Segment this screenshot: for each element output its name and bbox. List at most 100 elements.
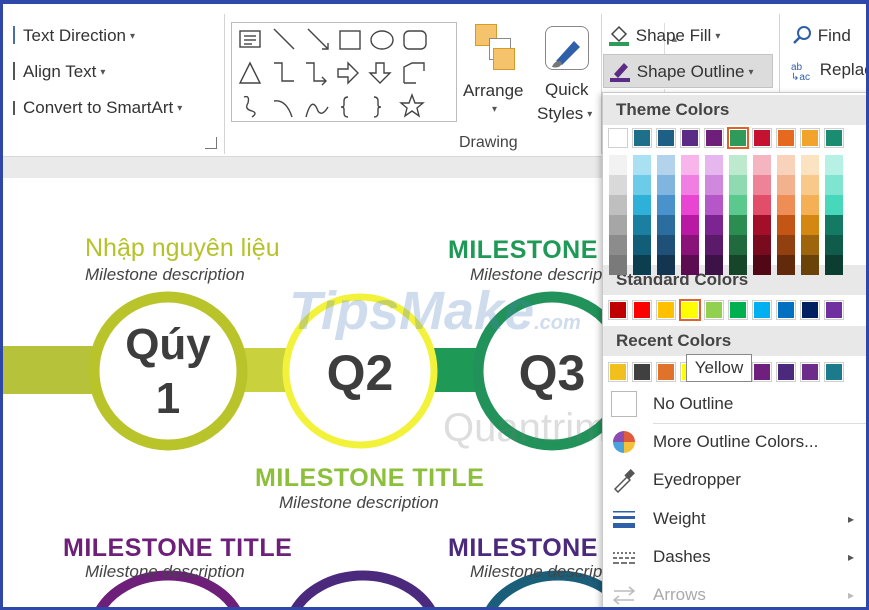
theme-shade-swatch[interactable] <box>753 155 771 175</box>
standard-color-swatch[interactable] <box>776 300 796 320</box>
theme-shade-swatch[interactable] <box>777 235 795 255</box>
theme-shade-swatch[interactable] <box>801 215 819 235</box>
theme-color-swatch[interactable] <box>752 128 772 148</box>
theme-color-swatch[interactable] <box>704 128 724 148</box>
theme-shade-swatch[interactable] <box>825 175 843 195</box>
shape-outline-button[interactable]: Shape Outline ▾ <box>603 54 773 88</box>
theme-color-swatch[interactable] <box>727 127 749 149</box>
theme-shade-swatch[interactable] <box>753 255 771 275</box>
theme-shade-swatch[interactable] <box>681 215 699 235</box>
theme-shade-swatch[interactable] <box>825 235 843 255</box>
theme-shade-swatch[interactable] <box>777 255 795 275</box>
theme-color-swatch[interactable] <box>824 128 844 148</box>
theme-shade-swatch[interactable] <box>801 175 819 195</box>
theme-color-swatch[interactable] <box>608 128 628 148</box>
recent-color-swatch[interactable] <box>752 362 772 382</box>
theme-shade-swatch[interactable] <box>825 155 843 175</box>
theme-shade-swatch[interactable] <box>681 175 699 195</box>
theme-shade-swatch[interactable] <box>729 195 747 215</box>
quick-styles-icon[interactable] <box>545 26 589 70</box>
theme-color-swatch[interactable] <box>680 128 700 148</box>
theme-shade-swatch[interactable] <box>753 215 771 235</box>
theme-shade-swatch[interactable] <box>609 195 627 215</box>
theme-shade-swatch[interactable] <box>777 175 795 195</box>
theme-shade-swatch[interactable] <box>729 255 747 275</box>
theme-shade-swatch[interactable] <box>681 195 699 215</box>
theme-shade-swatch[interactable] <box>609 235 627 255</box>
theme-shade-swatch[interactable] <box>753 235 771 255</box>
arrange-button[interactable]: Arrange <box>463 81 523 101</box>
theme-shade-swatch[interactable] <box>705 195 723 215</box>
shapes-gallery[interactable]: ▴ ▾ ≡ <box>231 22 678 122</box>
theme-shade-swatch[interactable] <box>753 195 771 215</box>
theme-shade-swatch[interactable] <box>657 155 675 175</box>
theme-shade-swatch[interactable] <box>633 155 651 175</box>
paragraph-dialog-launcher-icon[interactable] <box>205 137 217 149</box>
dashes-item[interactable]: Dashes ▸ <box>603 538 866 576</box>
theme-shade-swatch[interactable] <box>633 255 651 275</box>
eyedropper-item[interactable]: Eyedropper <box>603 461 866 499</box>
theme-shade-swatch[interactable] <box>729 155 747 175</box>
theme-shade-swatch[interactable] <box>633 175 651 195</box>
recent-color-swatch[interactable] <box>656 362 676 382</box>
theme-shade-swatch[interactable] <box>801 235 819 255</box>
quick-styles-button[interactable]: Styles ▾ <box>537 104 592 124</box>
standard-color-swatch[interactable] <box>752 300 772 320</box>
theme-shade-swatch[interactable] <box>753 175 771 195</box>
align-text-button[interactable]: Align Text ▾ <box>13 62 105 82</box>
standard-color-swatch[interactable] <box>704 300 724 320</box>
quick-styles-label-1[interactable]: Quick <box>545 80 588 100</box>
theme-shade-swatch[interactable] <box>681 155 699 175</box>
theme-shade-swatch[interactable] <box>825 215 843 235</box>
standard-color-swatch[interactable] <box>824 300 844 320</box>
theme-shade-swatch[interactable] <box>657 215 675 235</box>
theme-shade-swatch[interactable] <box>609 155 627 175</box>
convert-smartart-button[interactable]: Convert to SmartArt ▾ <box>13 98 182 118</box>
recent-color-swatch[interactable] <box>800 362 820 382</box>
recent-color-swatch[interactable] <box>776 362 796 382</box>
recent-color-swatch[interactable] <box>632 362 652 382</box>
theme-shade-swatch[interactable] <box>729 175 747 195</box>
standard-color-swatch[interactable] <box>656 300 676 320</box>
theme-shade-swatch[interactable] <box>657 255 675 275</box>
theme-shade-swatch[interactable] <box>705 235 723 255</box>
text-direction-button[interactable]: Text Direction ▾ <box>13 26 135 46</box>
theme-shade-swatch[interactable] <box>633 195 651 215</box>
theme-color-swatch[interactable] <box>776 128 796 148</box>
shape-fill-button[interactable]: Shape Fill ▾ <box>607 24 720 46</box>
theme-color-swatch[interactable] <box>656 128 676 148</box>
theme-shade-swatch[interactable] <box>609 255 627 275</box>
theme-shade-swatch[interactable] <box>801 255 819 275</box>
theme-shade-swatch[interactable] <box>729 235 747 255</box>
theme-shade-swatch[interactable] <box>657 175 675 195</box>
theme-shade-swatch[interactable] <box>609 175 627 195</box>
theme-shade-swatch[interactable] <box>657 195 675 215</box>
theme-color-swatch[interactable] <box>632 128 652 148</box>
standard-color-swatch[interactable] <box>728 300 748 320</box>
theme-shade-swatch[interactable] <box>705 255 723 275</box>
theme-shade-swatch[interactable] <box>729 215 747 235</box>
theme-shade-swatch[interactable] <box>777 215 795 235</box>
theme-shade-swatch[interactable] <box>681 255 699 275</box>
theme-shade-swatch[interactable] <box>681 235 699 255</box>
find-button[interactable]: Find <box>791 24 851 46</box>
theme-shade-swatch[interactable] <box>633 215 651 235</box>
recent-color-swatch[interactable] <box>608 362 628 382</box>
standard-color-swatch[interactable] <box>800 300 820 320</box>
no-outline-item[interactable]: No Outline <box>603 385 866 423</box>
theme-shade-swatch[interactable] <box>801 155 819 175</box>
theme-shade-swatch[interactable] <box>777 155 795 175</box>
theme-shade-swatch[interactable] <box>825 195 843 215</box>
theme-shade-swatch[interactable] <box>657 235 675 255</box>
theme-shade-swatch[interactable] <box>609 215 627 235</box>
arrange-icon[interactable] <box>475 24 523 72</box>
theme-shade-swatch[interactable] <box>825 255 843 275</box>
standard-color-swatch[interactable] <box>679 299 701 321</box>
recent-color-swatch[interactable] <box>824 362 844 382</box>
theme-shade-swatch[interactable] <box>777 195 795 215</box>
standard-color-swatch[interactable] <box>632 300 652 320</box>
theme-shade-swatch[interactable] <box>801 195 819 215</box>
theme-color-swatch[interactable] <box>800 128 820 148</box>
theme-shade-swatch[interactable] <box>705 215 723 235</box>
theme-shade-swatch[interactable] <box>633 235 651 255</box>
